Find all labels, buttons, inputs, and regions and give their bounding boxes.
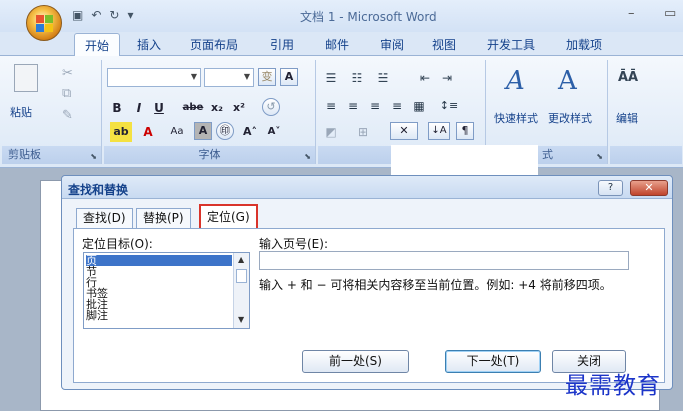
find-icon[interactable]: ĀĀ (618, 70, 638, 85)
restore-icon[interactable]: ▭ (664, 6, 676, 21)
watermark-text: 最需教育 (565, 373, 661, 399)
shading-button[interactable]: ◩ (322, 122, 340, 142)
quick-styles-icon[interactable]: A (506, 66, 525, 96)
font-size-combo[interactable]: ▼ (204, 68, 254, 87)
office-button[interactable] (26, 5, 62, 41)
dialog-title-bar: 查找和替换 ? ✕ (62, 176, 672, 199)
list-item[interactable]: 脚注 (86, 310, 232, 321)
paste-label[interactable]: 粘贴 (10, 104, 32, 120)
tab-insert[interactable]: 插入 (137, 36, 161, 53)
highlight-button[interactable]: ab (110, 122, 132, 142)
editing-group: ĀĀ 编辑 (610, 60, 682, 164)
distribute-button[interactable]: ▦ (410, 96, 428, 116)
list-scrollbar[interactable]: ▲ ▼ (233, 253, 249, 328)
clipboard-group-label: 剪贴板 (8, 148, 41, 161)
tab-find[interactable]: 查找(D) (76, 208, 133, 228)
tab-home[interactable]: 开始 (74, 33, 121, 56)
help-button[interactable]: ? (598, 180, 623, 196)
page-number-label: 输入页号(E): (259, 237, 328, 251)
dialog-title: 查找和替换 (68, 183, 129, 197)
font-launcher-icon[interactable]: ⬊ (304, 152, 311, 161)
goto-panel: 定位目标(O): 页 节 行 书签 批注 脚注 ▲ ▼ 输入页号(E): 输入 … (73, 228, 665, 383)
scroll-down-icon[interactable]: ▼ (238, 315, 244, 324)
paste-icon[interactable] (14, 64, 38, 92)
superscript-button[interactable]: x² (230, 98, 248, 118)
enclose-char-button[interactable]: ㊞ (216, 122, 234, 140)
font-color-button[interactable]: A (140, 122, 156, 142)
tab-goto[interactable]: 定位(G) (199, 204, 258, 229)
customize-dropdown-icon[interactable]: ▾ (127, 8, 133, 22)
scroll-up-icon[interactable]: ▲ (238, 255, 244, 264)
align-right-button[interactable]: ≡ (366, 96, 384, 116)
title-bar: ▣ ↶ ↻ ▾ 文档 1 - Microsoft Word – ▭ (0, 0, 683, 41)
chinese-layout-button[interactable]: ✕ (390, 122, 418, 140)
scroll-thumb[interactable] (236, 269, 247, 283)
change-case-button[interactable]: Aa (166, 122, 188, 142)
goto-hint-text: 输入 + 和 − 可将相关内容移至当前位置。例如: +4 将前移四项。 (259, 278, 612, 292)
multilevel-list-button[interactable]: ☱ (374, 68, 392, 88)
ribbon-tabs: 开始 插入 页面布局 引用 邮件 审阅 视图 开发工具 加载项 (0, 32, 683, 56)
tab-references[interactable]: 引用 (270, 36, 294, 53)
minimize-icon[interactable]: – (628, 6, 635, 21)
tab-developer[interactable]: 开发工具 (487, 36, 535, 53)
font-group-label: 字体 (198, 148, 221, 161)
dialog-close-icon[interactable]: ✕ (630, 180, 668, 196)
undo-icon[interactable]: ↶ (91, 8, 101, 22)
save-icon[interactable]: ▣ (72, 8, 83, 22)
sort-button[interactable]: ↓A (428, 122, 450, 140)
quick-access-toolbar: ▣ ↶ ↻ ▾ (72, 8, 134, 22)
office-logo-icon (36, 15, 54, 33)
align-left-button[interactable]: ≡ (322, 96, 340, 116)
goto-what-list[interactable]: 页 节 行 书签 批注 脚注 ▲ ▼ (83, 252, 250, 329)
clipboard-launcher-icon[interactable]: ⬊ (90, 152, 97, 161)
font-name-combo[interactable]: ▼ (107, 68, 201, 87)
clear-format-icon[interactable]: ↺ (262, 98, 280, 116)
char-shading-button[interactable]: A (194, 122, 212, 140)
window-title: 文档 1 - Microsoft Word (300, 10, 437, 24)
list-item[interactable]: 页 (86, 255, 232, 266)
editing-button[interactable]: 编辑 (616, 110, 638, 126)
next-button[interactable]: 下一处(T) (445, 350, 541, 373)
italic-button[interactable]: I (132, 98, 146, 118)
line-spacing-button[interactable]: ↕≡ (436, 96, 462, 116)
quick-styles-button[interactable]: 快速样式 (494, 110, 538, 126)
tab-review[interactable]: 审阅 (380, 36, 404, 53)
center-button[interactable]: ≡ (344, 96, 362, 116)
shrink-font-button[interactable]: A˅ (264, 122, 284, 142)
previous-button[interactable]: 前一处(S) (302, 350, 409, 373)
grow-font-button[interactable]: A˄ (240, 122, 260, 142)
tab-page-layout[interactable]: 页面布局 (190, 36, 238, 53)
bold-button[interactable]: B (110, 98, 124, 118)
styles-launcher-icon[interactable]: ⬊ (596, 152, 603, 161)
justify-button[interactable]: ≡ (388, 96, 406, 116)
tab-mailings[interactable]: 邮件 (325, 36, 349, 53)
tab-add-ins[interactable]: 加载项 (566, 36, 602, 53)
change-styles-button[interactable]: 更改样式 (548, 110, 592, 126)
change-styles-icon[interactable]: A (558, 66, 577, 96)
ribbon: 粘贴 ✂ ⧉ ✎ 剪贴板 ⬊ ▼ ▼ 变 A B I U abe x₂ x² ↺… (0, 56, 683, 168)
tab-replace[interactable]: 替换(P) (136, 208, 191, 228)
increase-indent-button[interactable]: ⇥ (438, 68, 456, 88)
list-item[interactable]: 节 (86, 266, 232, 277)
page-number-input[interactable] (259, 251, 629, 270)
numbering-button[interactable]: ☷ (348, 68, 366, 88)
tab-view[interactable]: 视图 (432, 36, 456, 53)
underline-button[interactable]: U (152, 98, 166, 118)
copy-icon[interactable]: ⧉ (62, 86, 71, 101)
subscript-button[interactable]: x₂ (208, 98, 226, 118)
goto-what-label: 定位目标(O): (82, 237, 153, 251)
show-marks-button[interactable]: ¶ (456, 122, 474, 140)
char-border-button[interactable]: A (280, 68, 298, 86)
phonetic-guide-button[interactable]: 变 (258, 68, 276, 86)
borders-button[interactable]: ⊞ (354, 122, 372, 142)
find-replace-dialog: 查找和替换 ? ✕ 查找(D) 替换(P) 定位(G) 定位目标(O): 页 节… (61, 175, 673, 390)
decrease-indent-button[interactable]: ⇤ (416, 68, 434, 88)
font-group: ▼ ▼ 变 A B I U abe x₂ x² ↺ ab A Aa A ㊞ A˄… (104, 60, 316, 164)
format-painter-icon[interactable]: ✎ (62, 108, 73, 123)
clipboard-group: 粘贴 ✂ ⧉ ✎ 剪贴板 ⬊ (2, 60, 102, 164)
strikethrough-button[interactable]: abe (182, 98, 204, 118)
redo-icon[interactable]: ↻ (109, 8, 119, 22)
bullets-button[interactable]: ☰ (322, 68, 340, 88)
cut-icon[interactable]: ✂ (62, 66, 73, 81)
